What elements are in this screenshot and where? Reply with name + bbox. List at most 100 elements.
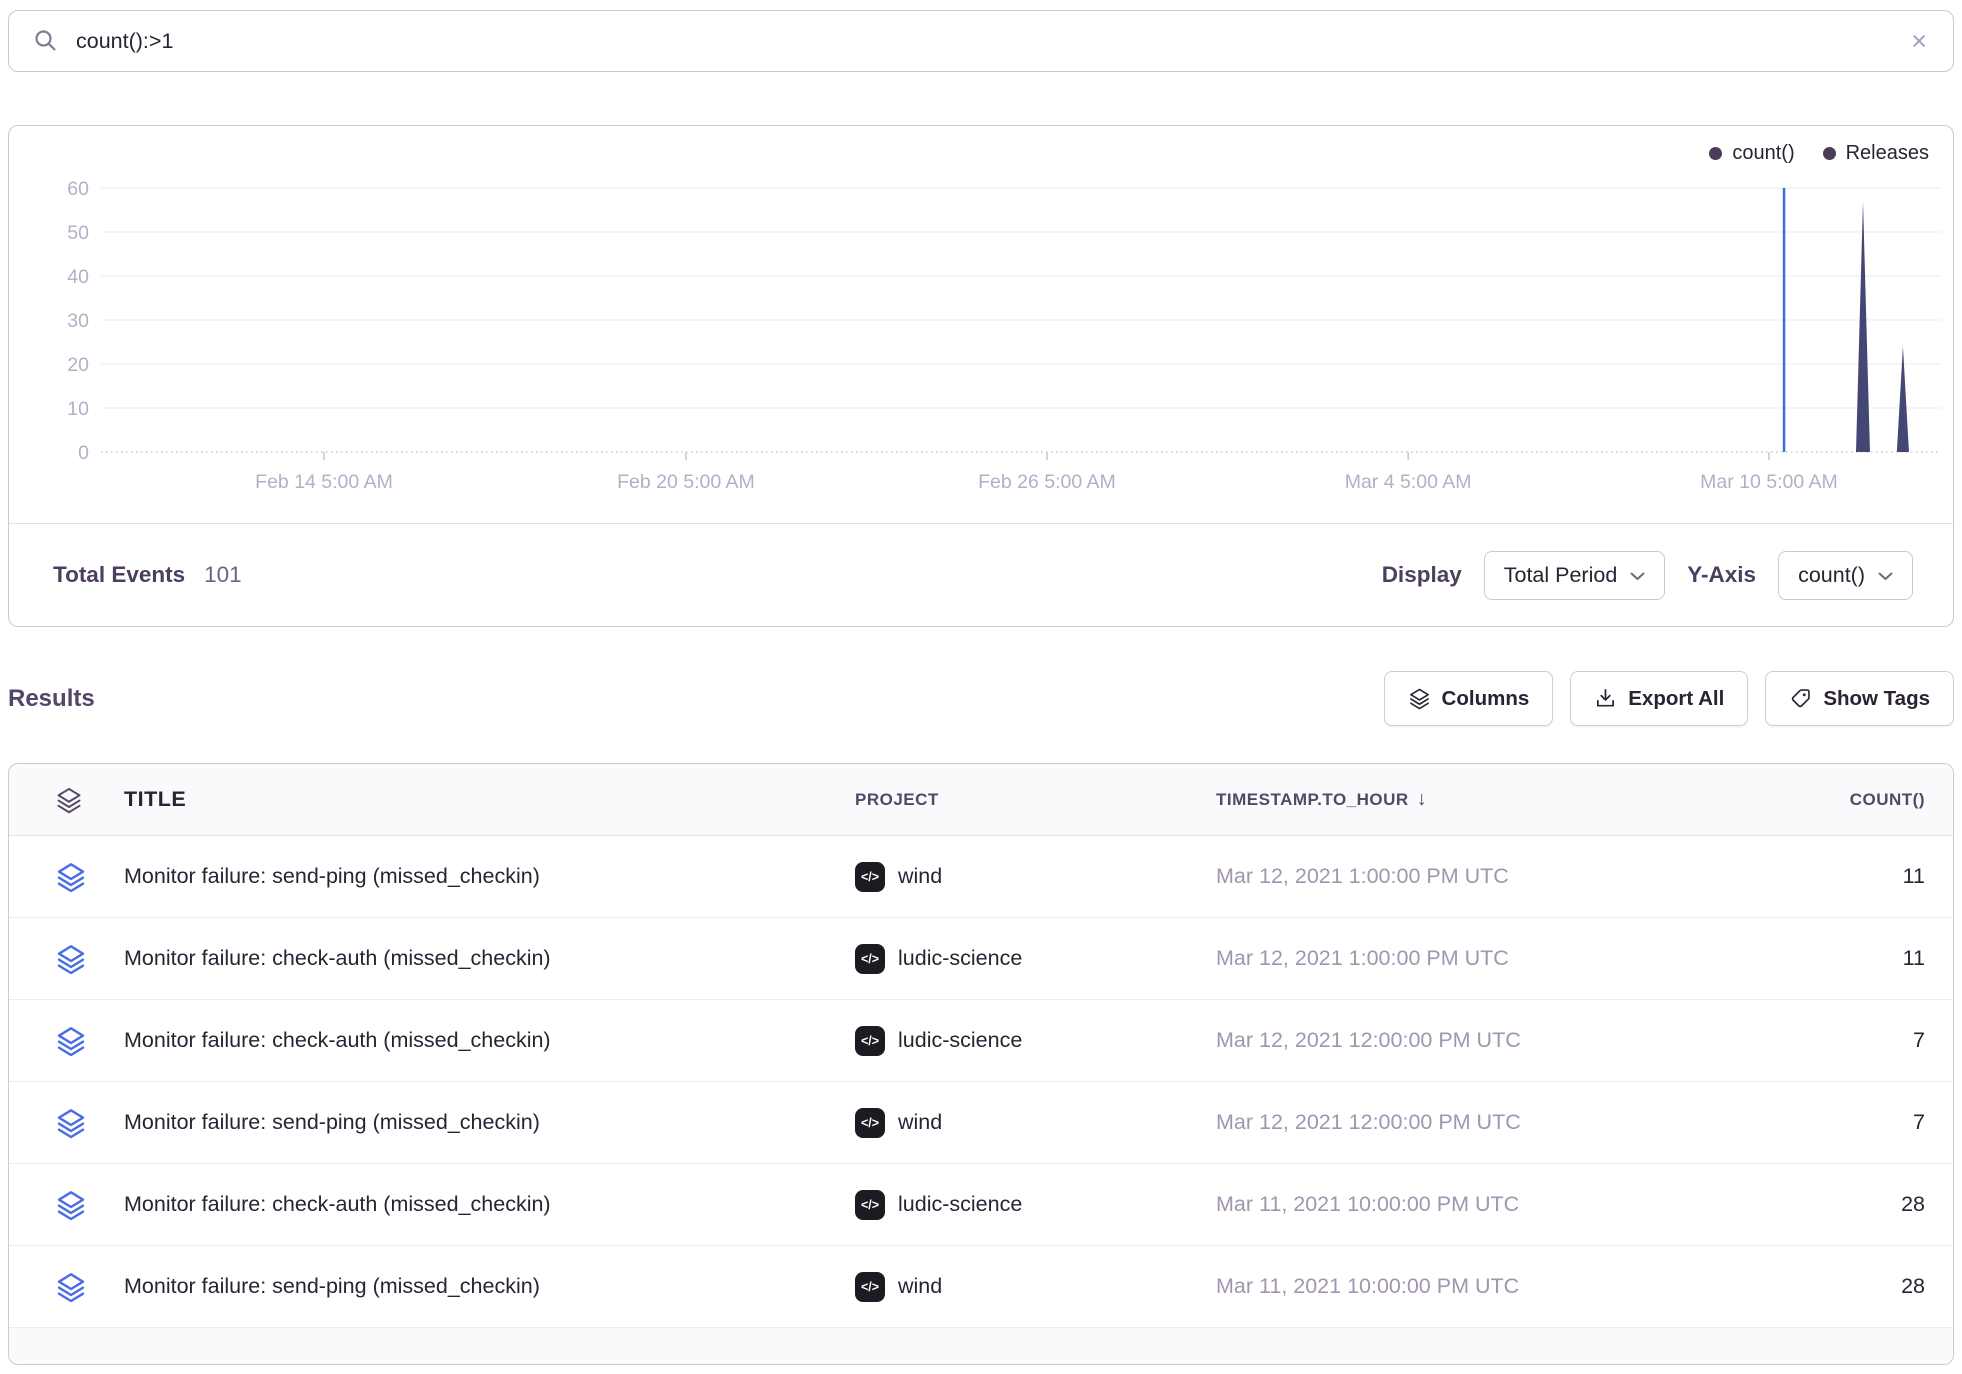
total-events-label: Total Events [53,562,185,588]
event-title[interactable]: Monitor failure: send-ping (missed_check… [109,1110,855,1135]
y-axis-tick-label: 10 [67,398,89,420]
table-row[interactable]: Monitor failure: check-auth (missed_chec… [9,918,1953,1000]
project-name: wind [898,1110,942,1135]
timestamp-value: Mar 11, 2021 10:00:00 PM UTC [1216,1274,1713,1299]
count-value: 11 [1713,946,1953,971]
code-platform-icon: </> [855,944,885,974]
sort-arrow-down-icon: ↓ [1417,788,1428,811]
project-cell: </> wind [855,862,1216,892]
count-value: 7 [1713,1028,1953,1053]
project-name: wind [898,864,942,889]
count-series-spike[interactable] [1856,201,1870,452]
search-input[interactable] [76,29,1894,54]
export-all-button[interactable]: Export All [1570,671,1748,726]
code-platform-icon: </> [855,1272,885,1302]
download-icon [1594,687,1617,710]
column-header-timestamp[interactable]: TIMESTAMP.TO_HOUR ↓ [1216,788,1713,811]
x-axis-tick-label: Feb 26 5:00 AM [978,471,1116,493]
count-value: 28 [1713,1192,1953,1217]
chevron-down-icon [1878,572,1893,581]
y-axis-tick-label: 20 [67,354,89,376]
table-row[interactable]: Monitor failure: send-ping (missed_check… [9,836,1953,918]
column-header-title[interactable]: TITLE [109,787,855,812]
table-row[interactable]: Monitor failure: send-ping (missed_check… [9,1246,1953,1328]
count-value: 28 [1713,1274,1953,1299]
table-row[interactable]: Monitor failure: check-auth (missed_chec… [9,1164,1953,1246]
total-events-value: 101 [204,562,242,588]
results-table: TITLE PROJECT TIMESTAMP.TO_HOUR ↓ COUNT(… [8,763,1954,1365]
event-title[interactable]: Monitor failure: check-auth (missed_chec… [109,946,855,971]
project-name: wind [898,1274,942,1299]
table-row[interactable]: Monitor failure: check-auth (missed_chec… [9,1000,1953,1082]
project-cell: </> wind [855,1272,1216,1302]
table-header-row: TITLE PROJECT TIMESTAMP.TO_HOUR ↓ COUNT(… [9,764,1953,836]
search-icon [33,28,59,54]
yaxis-dropdown[interactable]: count() [1778,551,1913,600]
stack-icon [55,1271,87,1303]
code-platform-icon: </> [855,1108,885,1138]
project-cell: </> ludic-science [855,944,1216,974]
x-axis-tick-label: Feb 14 5:00 AM [255,471,393,493]
chart-footer: Total Events 101 Display Total Period Y-… [9,523,1953,626]
project-cell: </> wind [855,1108,1216,1138]
stack-icon [55,1025,87,1057]
timestamp-value: Mar 12, 2021 12:00:00 PM UTC [1216,1028,1713,1053]
y-axis-tick-label: 0 [78,442,89,464]
count-series-spike[interactable] [1897,346,1909,452]
timestamp-value: Mar 12, 2021 1:00:00 PM UTC [1216,864,1713,889]
stack-icon [55,1107,87,1139]
y-axis-tick-label: 60 [67,178,89,200]
y-axis-tick-label: 30 [67,310,89,332]
events-over-time-chart[interactable]: 6050403020100Feb 14 5:00 AMFeb 20 5:00 A… [9,126,1952,501]
project-name: ludic-science [898,1192,1022,1217]
chart-legend: count() Releases [1709,142,1929,165]
y-axis-tick-label: 50 [67,222,89,244]
display-dropdown[interactable]: Total Period [1484,551,1666,600]
display-dropdown-value: Total Period [1504,563,1618,588]
count-value: 11 [1713,864,1953,889]
events-chart-panel: count() Releases 60 50 40 30 20 10 0 Feb 14 5:0… [8,125,1954,627]
code-platform-icon: </> [855,862,885,892]
code-platform-icon: </> [855,1026,885,1056]
count-value: 7 [1713,1110,1953,1135]
export-all-button-label: Export All [1628,687,1724,711]
layers-icon [1408,687,1431,710]
close-icon[interactable]: × [1911,28,1927,55]
table-row[interactable]: Monitor failure: send-ping (missed_check… [9,1082,1953,1164]
table-body: Monitor failure: send-ping (missed_check… [9,836,1953,1328]
project-name: ludic-science [898,1028,1022,1053]
x-axis-tick-label: Mar 10 5:00 AM [1700,471,1838,493]
yaxis-dropdown-value: count() [1798,563,1865,588]
column-header-project[interactable]: PROJECT [855,790,1216,810]
display-label: Display [1382,562,1462,588]
project-cell: </> ludic-science [855,1190,1216,1220]
event-title[interactable]: Monitor failure: send-ping (missed_check… [109,1274,855,1299]
legend-item-releases[interactable]: Releases [1823,142,1929,165]
project-name: ludic-science [898,946,1022,971]
timestamp-value: Mar 12, 2021 1:00:00 PM UTC [1216,946,1713,971]
chevron-down-icon [1630,572,1645,581]
yaxis-label: Y-Axis [1687,562,1756,588]
event-title[interactable]: Monitor failure: send-ping (missed_check… [109,864,855,889]
stack-icon [55,861,87,893]
stack-icon [55,1189,87,1221]
x-axis-tick-label: Mar 4 5:00 AM [1345,471,1472,493]
show-tags-button-label: Show Tags [1823,687,1930,711]
timestamp-value: Mar 12, 2021 12:00:00 PM UTC [1216,1110,1713,1135]
y-axis-tick-label: 40 [67,266,89,288]
stack-icon [55,786,83,814]
column-header-count[interactable]: COUNT() [1713,790,1953,810]
stack-icon [55,943,87,975]
table-footer [9,1328,1953,1364]
tag-icon [1789,687,1812,710]
columns-button[interactable]: Columns [1384,671,1554,726]
event-title[interactable]: Monitor failure: check-auth (missed_chec… [109,1192,855,1217]
event-title[interactable]: Monitor failure: check-auth (missed_chec… [109,1028,855,1053]
show-tags-button[interactable]: Show Tags [1765,671,1954,726]
legend-item-count[interactable]: count() [1709,142,1794,165]
count-legend-dot-icon [1709,147,1722,160]
releases-legend-dot-icon [1823,147,1836,160]
columns-button-label: Columns [1442,687,1530,711]
legend-label: Releases [1846,142,1929,165]
timestamp-value: Mar 11, 2021 10:00:00 PM UTC [1216,1192,1713,1217]
